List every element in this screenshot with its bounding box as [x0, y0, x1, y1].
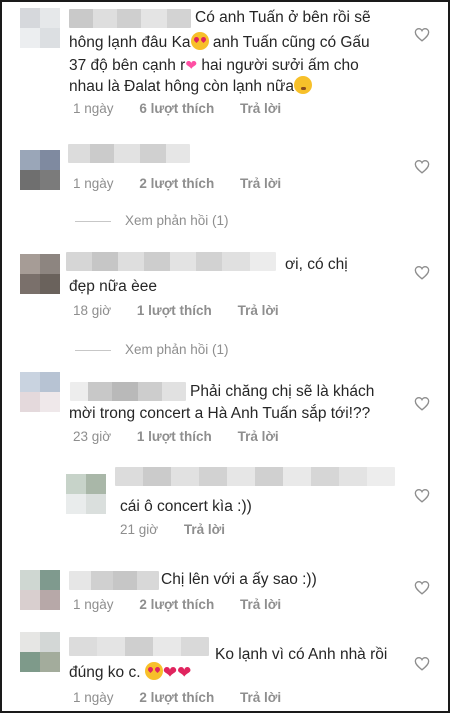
comment-meta: 21 giờ Trả lời: [120, 522, 247, 537]
timestamp: 1 ngày: [73, 597, 114, 612]
username-blurred[interactable]: [69, 9, 191, 28]
reply-button[interactable]: Trả lời: [238, 303, 279, 318]
timestamp: 1 ngày: [73, 101, 114, 116]
comment-text: hông lạnh đâu Ka anh Tuấn cũng có Gấu: [69, 32, 370, 51]
avatar[interactable]: [20, 372, 60, 412]
username-blurred[interactable]: [70, 382, 186, 401]
reply-button[interactable]: Trả lời: [238, 429, 279, 444]
comment-text: mời trong concert a Hà Anh Tuấn sắp tới!…: [69, 405, 371, 422]
comment-text: Có anh Tuấn ở bên rồi sẽ: [195, 9, 371, 26]
avatar[interactable]: [20, 570, 60, 610]
comment-text: 37 độ bên cạnh r❤ hai người sưởi ấm cho: [69, 54, 419, 77]
reply-button[interactable]: Trả lời: [240, 597, 281, 612]
reply-button[interactable]: Trả lời: [240, 176, 281, 191]
likes-count[interactable]: 2 lượt thích: [139, 690, 214, 705]
avatar[interactable]: [66, 474, 106, 514]
view-replies-button[interactable]: Xem phản hồi (1): [75, 213, 229, 228]
username-blurred[interactable]: [69, 571, 159, 590]
view-replies-button[interactable]: Xem phản hồi (1): [75, 342, 229, 357]
comment-meta: 1 ngày 2 lượt thích Trả lời: [73, 690, 303, 705]
heart-outline-icon[interactable]: [414, 656, 430, 671]
likes-count[interactable]: 2 lượt thích: [139, 597, 214, 612]
username-blurred[interactable]: [68, 144, 190, 163]
heart-outline-icon[interactable]: [414, 488, 430, 503]
comment-meta: 18 giờ 1 lượt thích Trả lời: [73, 303, 301, 318]
reply-button[interactable]: Trả lời: [240, 101, 281, 116]
reply-button[interactable]: Trả lời: [184, 522, 225, 537]
divider-line: [75, 349, 111, 351]
comment-text: cái ô concert kìa :)): [120, 498, 252, 515]
username-blurred[interactable]: [115, 467, 395, 486]
likes-count[interactable]: 1 lượt thích: [137, 429, 212, 444]
likes-count[interactable]: 6 lượt thích: [139, 101, 214, 116]
heart-outline-icon[interactable]: [414, 27, 430, 42]
heart-outline-icon[interactable]: [414, 265, 430, 280]
avatar[interactable]: [20, 8, 60, 48]
likes-count[interactable]: 1 lượt thích: [137, 303, 212, 318]
reply-button[interactable]: Trả lời: [240, 690, 281, 705]
divider-line: [75, 220, 111, 222]
comment-text: Phải chăng chị sẽ là khách: [190, 383, 375, 400]
comment-meta: 23 giờ 1 lượt thích Trả lời: [73, 429, 301, 444]
timestamp: 23 giờ: [73, 429, 112, 444]
comment-meta: 1 ngày 6 lượt thích Trả lời: [73, 101, 303, 116]
timestamp: 1 ngày: [73, 176, 114, 191]
heart-eyes-emoji: [190, 32, 209, 50]
comments-screenshot: Có anh Tuấn ở bên rồi sẽ hông lạnh đâu K…: [0, 0, 450, 713]
comment-text: đẹp nữa èee: [69, 278, 157, 295]
avatar[interactable]: [20, 150, 60, 190]
username-blurred[interactable]: [69, 637, 209, 656]
timestamp: 1 ngày: [73, 690, 114, 705]
heart-outline-icon[interactable]: [414, 580, 430, 595]
likes-count[interactable]: 2 lượt thích: [139, 176, 214, 191]
comment-text: nhau là Đalat hông còn lạnh nữa: [69, 76, 419, 98]
timestamp: 18 giờ: [73, 303, 112, 318]
comment-meta: 1 ngày 2 lượt thích Trả lời: [73, 597, 303, 612]
username-blurred[interactable]: [66, 252, 276, 271]
kissing-emoji: [293, 76, 312, 94]
pink-heart-emoji: ❤: [185, 57, 198, 73]
heart-outline-icon[interactable]: [414, 159, 430, 174]
comment-text: đúng ko c. ❤❤: [69, 662, 192, 682]
avatar[interactable]: [20, 254, 60, 294]
heart-eyes-emoji: [144, 662, 163, 680]
heart-outline-icon[interactable]: [414, 396, 430, 411]
red-heart-emoji: ❤: [177, 663, 192, 682]
comment-meta: 1 ngày 2 lượt thích Trả lời: [73, 176, 303, 191]
timestamp: 21 giờ: [120, 522, 159, 537]
avatar[interactable]: [20, 632, 60, 672]
comment-text: ơi, có chị: [285, 256, 348, 273]
red-heart-emoji: ❤: [162, 663, 178, 682]
comment-text: Chị lên với a ấy sao :)): [161, 571, 317, 588]
